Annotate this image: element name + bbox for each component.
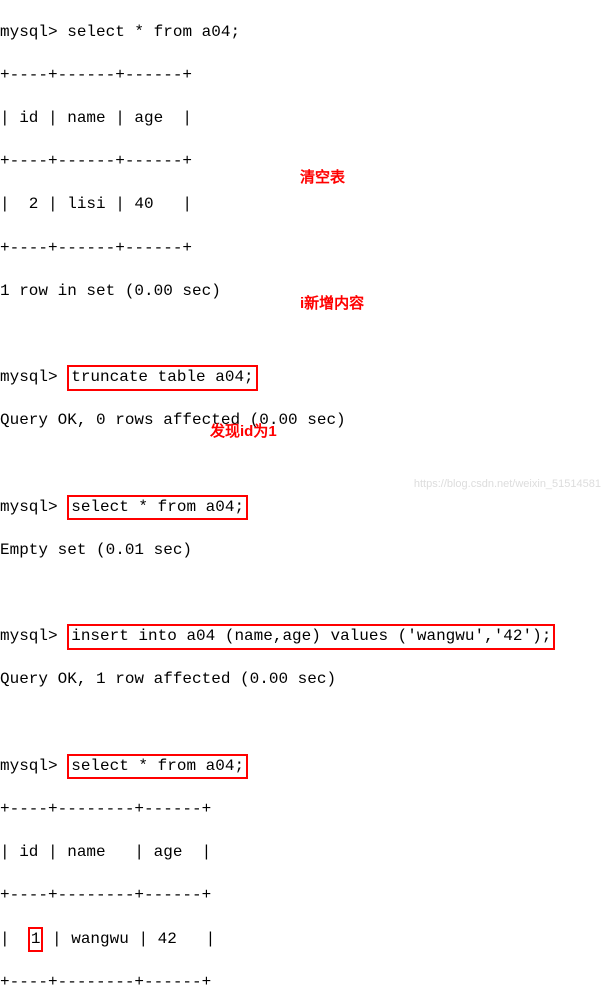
- annotation-id-reset: 发现id为1: [210, 422, 277, 442]
- query-status: Query OK, 1 row affected (0.00 sec): [0, 669, 609, 691]
- watermark: https://blog.csdn.net/weixin_51514581: [414, 477, 601, 492]
- annotation-clear-table: 清空表: [300, 168, 345, 188]
- table-border: +----+--------+------+: [0, 972, 609, 994]
- prompt: mysql>: [0, 368, 58, 386]
- sql-select-boxed: select * from a04;: [67, 495, 248, 521]
- sql-query-1: select * from a04;: [67, 23, 240, 41]
- sql-insert-boxed: insert into a04 (name,age) values ('wang…: [67, 624, 555, 650]
- table-border: +----+------+------+: [0, 238, 609, 260]
- table-row: | 1 | wangwu | 42 |: [0, 929, 609, 951]
- prompt: mysql>: [0, 757, 58, 775]
- prompt: mysql>: [0, 23, 58, 41]
- table-border: +----+------+------+: [0, 65, 609, 87]
- sql-select-boxed: select * from a04;: [67, 754, 248, 780]
- highlighted-id: 1: [28, 927, 44, 953]
- table-header: | id | name | age |: [0, 108, 609, 130]
- table-border: +----+--------+------+: [0, 885, 609, 907]
- table-border: +----+--------+------+: [0, 799, 609, 821]
- table-header: | id | name | age |: [0, 842, 609, 864]
- terminal-output: mysql> select * from a04; +----+------+-…: [0, 0, 609, 1000]
- query-status: Empty set (0.01 sec): [0, 540, 609, 562]
- prompt: mysql>: [0, 627, 58, 645]
- annotation-insert-content: i新增内容: [300, 294, 364, 314]
- table-row: | 2 | lisi | 40 |: [0, 194, 609, 216]
- prompt: mysql>: [0, 498, 58, 516]
- sql-truncate-boxed: truncate table a04;: [67, 365, 257, 391]
- query-status: Query OK, 0 rows affected (0.00 sec): [0, 410, 609, 432]
